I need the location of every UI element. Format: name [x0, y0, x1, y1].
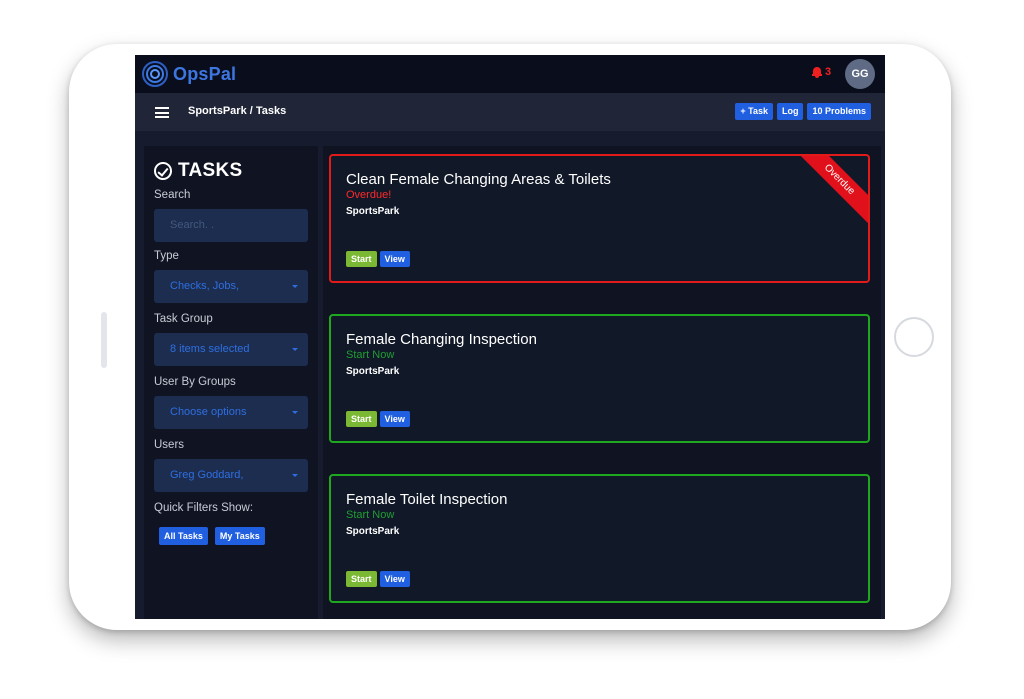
breadcrumb: SportsPark / Tasks: [188, 105, 287, 117]
app-name: OpsPal: [173, 63, 237, 84]
task-card[interactable]: Female Toilet Inspection Start Now Sport…: [329, 474, 870, 603]
caret-down-icon: [292, 348, 298, 351]
caret-down-icon: [292, 411, 298, 414]
tablet-home-button[interactable]: [894, 317, 934, 357]
sidebar-title: TASKS: [154, 160, 242, 182]
quick-filters-label: Quick Filters Show:: [154, 502, 254, 514]
top-header: OpsPal 3 GG: [135, 55, 885, 93]
type-select[interactable]: Checks, Jobs,: [154, 270, 308, 303]
notification-count: 3: [825, 66, 832, 78]
tablet-side-button: [101, 312, 107, 368]
app-screen: OpsPal 3 GG SportsPark / Tasks + Task Lo…: [135, 55, 885, 619]
my-tasks-button[interactable]: My Tasks: [214, 527, 265, 545]
task-site: SportsPark: [346, 366, 400, 377]
task-status: Start Now: [346, 349, 395, 361]
filter-sidebar: TASKS Search Search. . Type Checks, Jobs…: [144, 146, 318, 619]
task-actions: Start View: [346, 571, 410, 587]
add-task-button[interactable]: + Task: [735, 103, 773, 120]
user-avatar[interactable]: GG: [845, 59, 875, 89]
users-label: Users: [154, 439, 185, 451]
task-status: Overdue!: [346, 189, 392, 201]
task-status: Start Now: [346, 509, 395, 521]
caret-down-icon: [292, 474, 298, 477]
quick-filters: All Tasks My Tasks: [159, 527, 265, 545]
view-button[interactable]: View: [379, 411, 410, 427]
task-group-select[interactable]: 8 items selected: [154, 333, 308, 366]
task-card[interactable]: Clean Female Changing Areas & Toilets Ov…: [329, 154, 870, 283]
opspal-logo-icon: [141, 61, 171, 87]
task-title: Female Toilet Inspection: [346, 491, 508, 508]
log-button[interactable]: Log: [776, 103, 804, 120]
menu-icon[interactable]: [155, 107, 169, 118]
view-button[interactable]: View: [379, 251, 410, 267]
caret-down-icon: [292, 285, 298, 288]
task-actions: Start View: [346, 251, 410, 267]
all-tasks-button[interactable]: All Tasks: [159, 527, 208, 545]
start-button[interactable]: Start: [346, 571, 377, 587]
user-groups-select[interactable]: Choose options: [154, 396, 308, 429]
start-button[interactable]: Start: [346, 251, 377, 267]
problems-button[interactable]: 10 Problems: [807, 103, 871, 120]
task-actions: Start View: [346, 411, 410, 427]
task-site: SportsPark: [346, 206, 400, 217]
task-site: SportsPark: [346, 526, 400, 537]
view-button[interactable]: View: [379, 571, 410, 587]
task-group-label: Task Group: [154, 313, 213, 325]
task-title: Female Changing Inspection: [346, 331, 537, 348]
check-circle-icon: [154, 162, 172, 180]
search-label: Search: [154, 189, 191, 201]
overdue-ribbon: Overdue: [793, 156, 868, 226]
task-list: Clean Female Changing Areas & Toilets Ov…: [323, 146, 881, 619]
app-logo[interactable]: OpsPal: [141, 61, 236, 87]
bell-icon: [812, 66, 822, 78]
users-select[interactable]: Greg Goddard,: [154, 459, 308, 492]
sub-header: SportsPark / Tasks + Task Log 10 Problem…: [135, 93, 885, 131]
task-title: Clean Female Changing Areas & Toilets: [346, 171, 611, 188]
header-actions: + Task Log 10 Problems: [735, 103, 871, 120]
user-groups-label: User By Groups: [154, 376, 236, 388]
notifications-button[interactable]: 3: [812, 66, 831, 78]
start-button[interactable]: Start: [346, 411, 377, 427]
type-label: Type: [154, 250, 179, 262]
search-input[interactable]: Search. .: [154, 209, 308, 242]
task-card[interactable]: Female Changing Inspection Start Now Spo…: [329, 314, 870, 443]
